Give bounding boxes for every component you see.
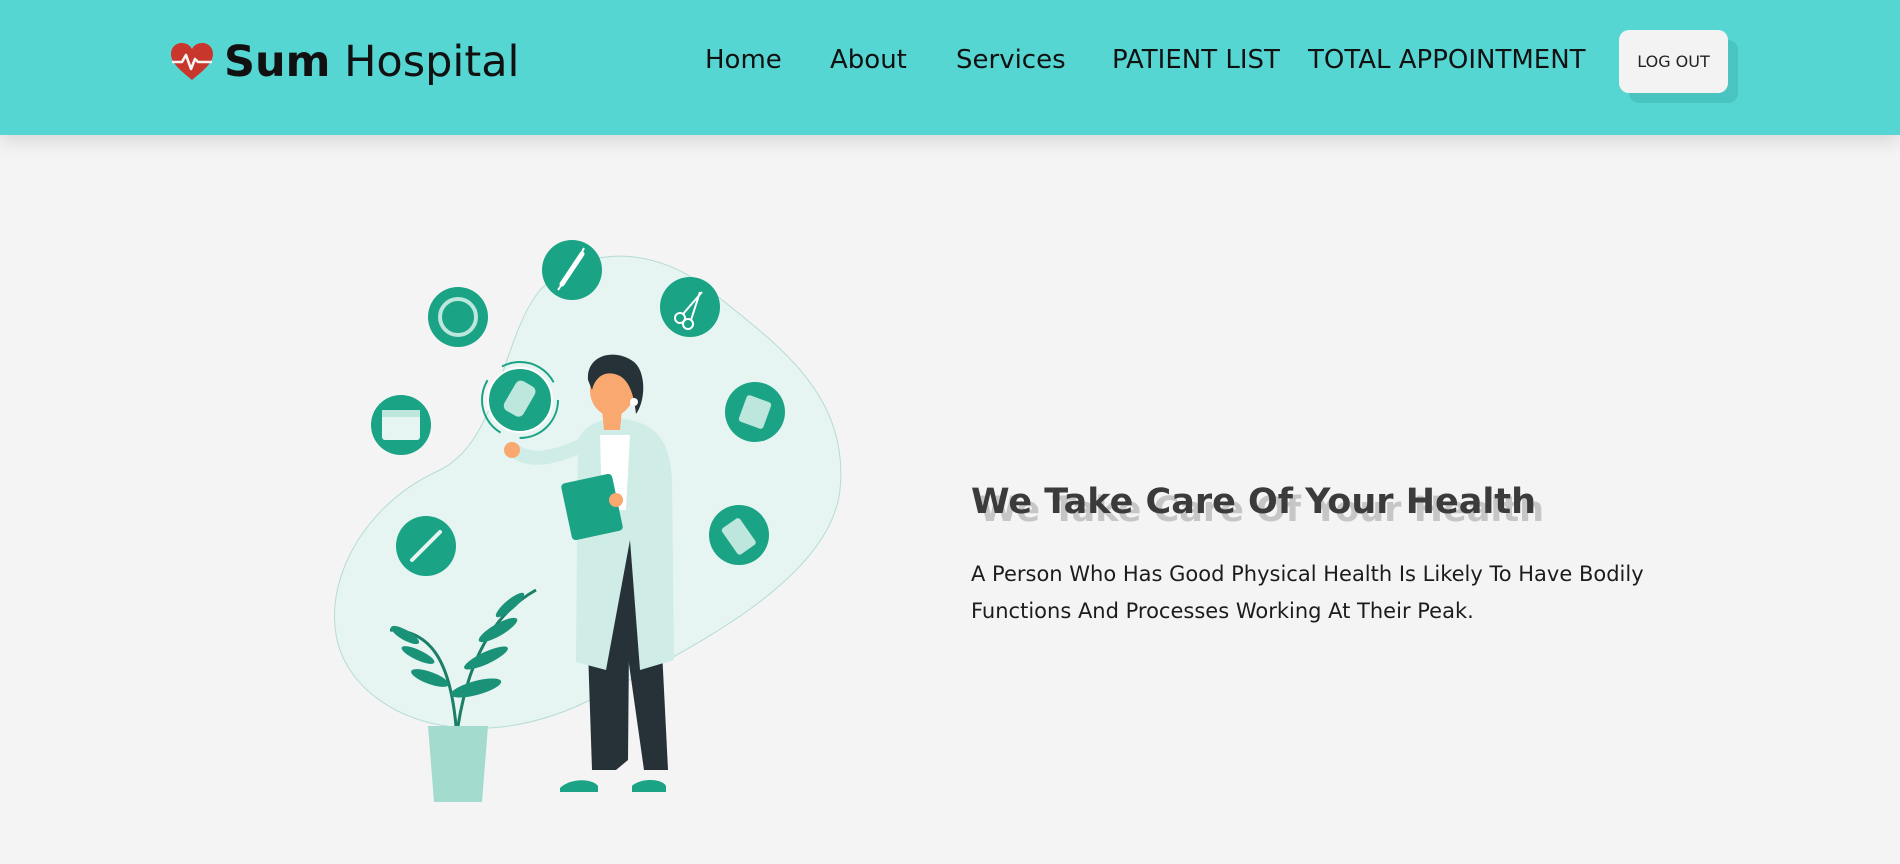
notepad-icon <box>725 382 785 442</box>
heart-pulse-icon <box>171 43 213 80</box>
calendar-icon <box>371 395 431 455</box>
brand-name: Sum Hospital <box>224 36 520 88</box>
logo[interactable]: Sum Hospital <box>170 36 520 88</box>
bandage-icon <box>481 361 559 439</box>
hero-description: A Person Who Has Good Physical Health Is… <box>971 562 1644 623</box>
pill-pack-icon <box>709 505 769 565</box>
nav-home[interactable]: Home <box>705 40 782 80</box>
brand-name-light: Hospital <box>344 37 520 87</box>
nav-services[interactable]: Services <box>956 40 1066 80</box>
header: Sum Hospital Home About Services PATIENT… <box>0 0 1900 135</box>
logout-button[interactable]: LOG OUT <box>1619 30 1728 93</box>
syringe-icon <box>542 240 602 300</box>
hero-title: We Take Care Of Your Health <box>971 482 1537 522</box>
doctor-illustration <box>334 240 842 802</box>
brand-name-bold: Sum <box>224 37 331 87</box>
nav-patient-list[interactable]: PATIENT LIST <box>1112 40 1280 80</box>
hero-title-wrap: We Take Care Of Your Health We Take Care… <box>971 482 1544 542</box>
nav-total-appointment[interactable]: TOTAL APPOINTMENT <box>1308 40 1586 80</box>
nav-about[interactable]: About <box>830 40 907 80</box>
ring-icon <box>428 287 488 347</box>
thermometer-icon <box>396 516 456 576</box>
scissors-icon <box>660 277 720 337</box>
logout-container: LOG OUT <box>1619 30 1739 104</box>
